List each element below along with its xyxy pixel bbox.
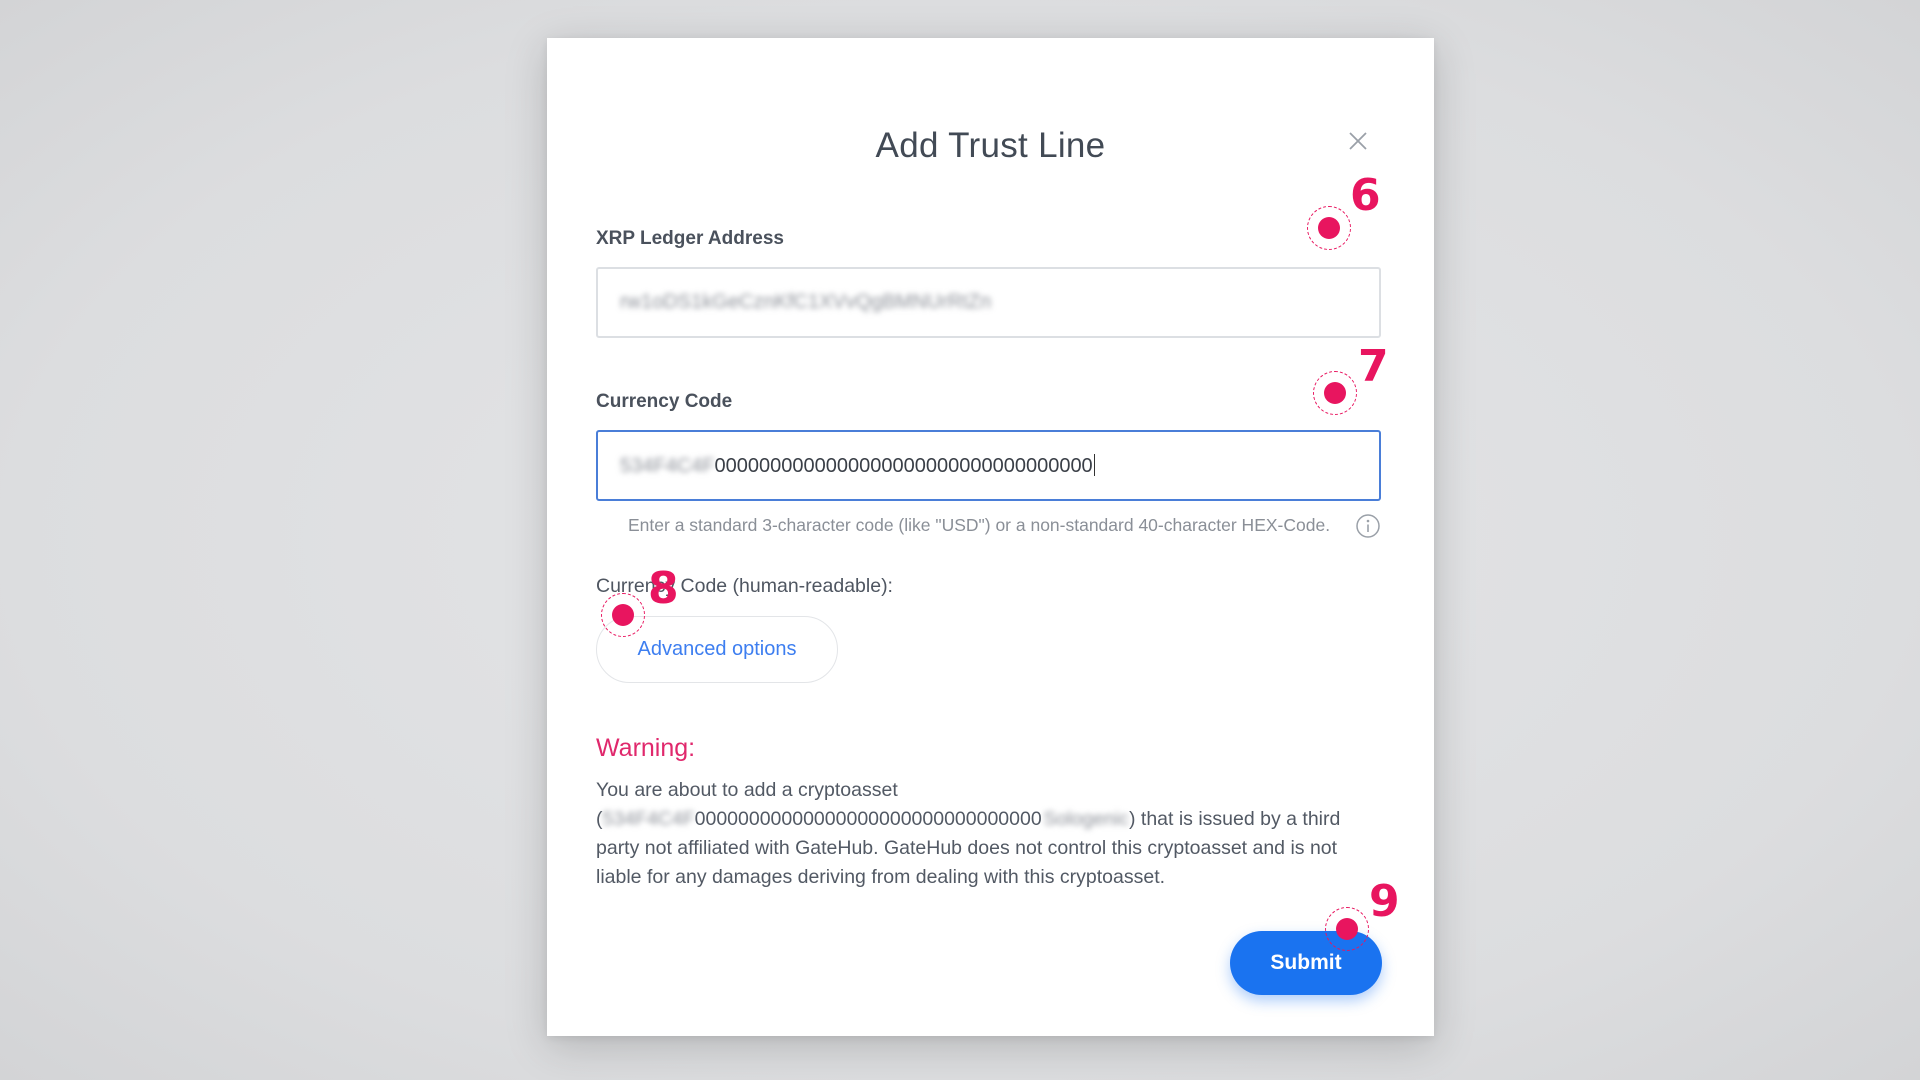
address-input[interactable]: rw1oDS1kGeCznKfC1XVvQgBMNUrRtZn [596, 267, 1381, 338]
address-value: rw1oDS1kGeCznKfC1XVvQgBMNUrRtZn [620, 291, 992, 313]
currency-code-prefix: 534F4C4F [620, 455, 715, 477]
step-marker-9 [1325, 907, 1371, 953]
warning-line-3: party not affiliated with GateHub. GateH… [596, 837, 1338, 859]
warning-line-2: (534F4C4F0000000000000000000000000000000… [596, 805, 1396, 834]
marker-dot [1324, 382, 1346, 404]
currency-code-suffix: 0000000000000000000000000000000000 [714, 455, 1093, 477]
marker-dot [612, 604, 634, 626]
currency-code-value: 534F4C4F00000000000000000000000000000000… [620, 454, 1095, 478]
warning-code-suffix: 00000000000000000000000000000000 [694, 808, 1042, 830]
warning-code-prefix: 534F4C4F [602, 808, 695, 830]
close-button[interactable] [1343, 126, 1373, 156]
currency-code-label: Currency Code [596, 391, 733, 412]
step-number-6: 6 [1350, 170, 1381, 221]
step-number-9: 9 [1369, 876, 1400, 927]
warning-line-1: You are about to add a cryptoasset [596, 779, 898, 801]
step-marker-8 [601, 593, 647, 639]
text-caret [1093, 454, 1095, 476]
currency-code-hint: Enter a standard 3-character code (like … [628, 515, 1331, 535]
step-marker-7 [1313, 371, 1359, 417]
step-marker-6 [1307, 206, 1353, 252]
marker-dot [1336, 918, 1358, 940]
info-icon[interactable] [1355, 513, 1381, 539]
warning-line-2-rest: ) that is issued by a third [1128, 808, 1341, 830]
step-number-8: 8 [648, 563, 679, 614]
close-icon [1343, 126, 1373, 156]
add-trust-line-dialog: Add Trust Line XRP Ledger Address rw1oDS… [547, 38, 1434, 1036]
warning-paren: ( [596, 808, 603, 830]
warning-message: You are about to add a cryptoasset (534F… [596, 776, 1396, 892]
currency-code-input[interactable]: 534F4C4F00000000000000000000000000000000… [596, 430, 1381, 501]
warning-title: Warning: [596, 734, 696, 762]
step-number-7: 7 [1358, 341, 1389, 392]
warning-issuer: Sologenic [1043, 808, 1129, 830]
warning-line-4: liable for any damages deriving from dea… [596, 866, 1166, 888]
marker-dot [1318, 217, 1340, 239]
dialog-title: Add Trust Line [875, 126, 1106, 165]
address-label: XRP Ledger Address [596, 228, 784, 249]
